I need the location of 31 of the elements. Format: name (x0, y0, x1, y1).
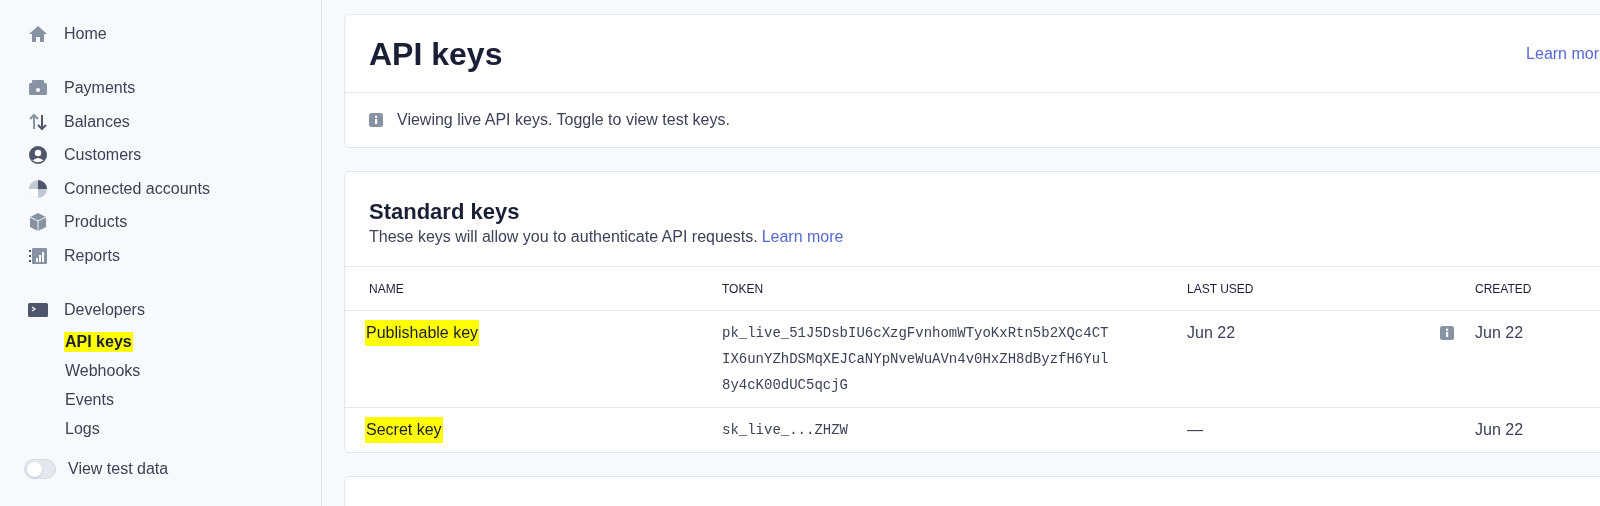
nav-subitem[interactable]: Webhooks (64, 360, 142, 381)
nav-subitem[interactable]: Events (64, 389, 115, 410)
learn-more-link[interactable]: Learn more (761, 226, 844, 248)
nav-item[interactable]: Balances (28, 105, 130, 139)
key-name: Publishable key (365, 320, 480, 346)
nav-subitem[interactable]: Logs (64, 418, 101, 439)
nav-item[interactable]: Connected accounts (28, 172, 210, 206)
nav-subitem[interactable]: API keys (64, 331, 133, 352)
nav-item[interactable]: Reports (28, 239, 121, 273)
nav-item[interactable]: Payments (28, 71, 136, 105)
section-title: Standard keys (369, 198, 521, 226)
nav-item[interactable]: Products (28, 205, 128, 239)
page-title: API keys (369, 34, 503, 74)
notice-text: Viewing live API keys. Toggle to view test keys. (397, 110, 730, 130)
section-description: These keys will allow you to authenticate API requests. (369, 227, 758, 247)
table-cell-text: Jun 22 (1187, 323, 1236, 343)
nav-item[interactable]: Home (28, 17, 107, 51)
nav-item[interactable]: Customers (28, 138, 142, 172)
token-text: sk_live_...ZHZW (722, 421, 850, 440)
column-header: TOKEN (722, 280, 765, 298)
table-cell-text: — (1187, 420, 1203, 440)
key-name: Secret key (365, 417, 443, 443)
nav-item[interactable]: Developers (28, 293, 145, 327)
token-text: pk_live_51J5DsbIU6cXzgFvnhomWTyoKxRtn5b2XQc4CTIX6unYZhDSMqXEJCaNYpNveWuAVn4v0HxZH8dByzfH6Yul8y4cK00dUC5qcjG (722, 324, 1109, 395)
table-cell-text: Jun 22 (1475, 323, 1524, 343)
column-header: LAST USED (1187, 280, 1255, 298)
column-header: CREATED (1475, 280, 1533, 298)
learn-more-link[interactable]: Learn mor (1526, 41, 1599, 66)
table-cell-text: Jun 22 (1475, 420, 1524, 440)
toggle-label: View test data (68, 459, 169, 479)
column-header: NAME (369, 280, 405, 298)
